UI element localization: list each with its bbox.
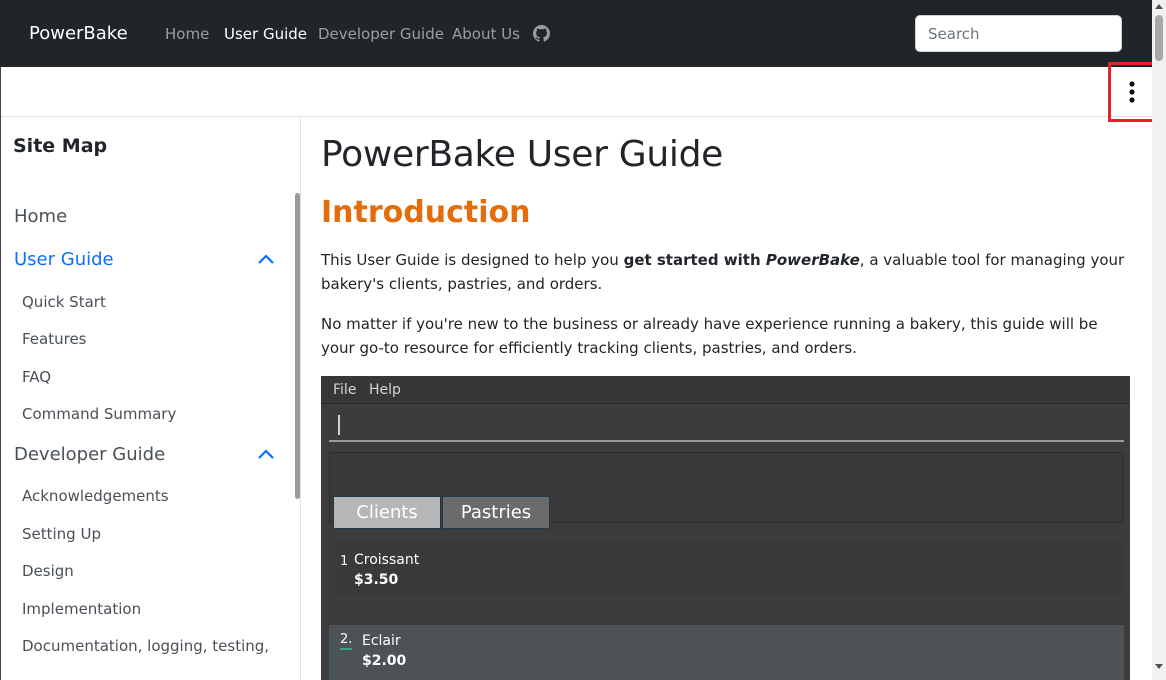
chevron-up-icon[interactable] — [257, 448, 275, 460]
sidebar-item-setting-up[interactable]: Setting Up — [22, 525, 101, 543]
sidebar-item-documentation[interactable]: Documentation, logging, testing, — [22, 637, 269, 655]
nav-link-user-guide[interactable]: User Guide — [224, 25, 307, 43]
scrollbar-thumb[interactable] — [1155, 15, 1163, 61]
sidebar-scrollbar[interactable] — [295, 193, 300, 499]
sidebar-item-developer-guide[interactable]: Developer Guide — [14, 444, 165, 465]
github-icon[interactable] — [533, 25, 550, 42]
sidebar-item-design[interactable]: Design — [22, 562, 74, 580]
nav-link-about-us[interactable]: About Us — [452, 25, 520, 43]
main-content: PowerBake User Guide Introduction This U… — [302, 117, 1152, 680]
list-item-name: Croissant — [354, 552, 420, 568]
list-item-price: $2.00 — [362, 653, 407, 669]
app-menu-help: Help — [369, 382, 401, 398]
sidebar-item-faq[interactable]: FAQ — [22, 368, 51, 386]
site-map-sidebar: Site Map Home User Guide Quick Start Fea… — [1, 117, 301, 680]
app-screenshot: File Help Clients Pastries 1 Croissant $… — [321, 376, 1130, 680]
scroll-up-arrow-icon[interactable] — [1155, 4, 1163, 9]
sidebar-item-user-guide[interactable]: User Guide — [14, 249, 114, 270]
kebab-menu-icon — [1128, 81, 1135, 103]
nav-link-home[interactable]: Home — [165, 25, 209, 43]
app-menu-file: File — [333, 382, 357, 398]
sidebar-item-acknowledgements[interactable]: Acknowledgements — [22, 487, 169, 505]
app-command-box — [329, 406, 1124, 442]
kebab-menu-button[interactable] — [1108, 62, 1155, 122]
list-item: 1 Croissant $3.50 — [329, 540, 1124, 596]
list-item: 2. Eclair $2.00 — [329, 625, 1124, 680]
list-item-index: 2. — [340, 632, 353, 650]
search-input[interactable] — [915, 15, 1122, 52]
sidebar-item-implementation[interactable]: Implementation — [22, 600, 141, 618]
text-caret — [338, 415, 340, 435]
sidebar-item-home[interactable]: Home — [14, 206, 67, 227]
chevron-up-icon[interactable] — [257, 253, 275, 265]
app-menubar: File Help — [321, 376, 1130, 404]
sidebar-item-quick-start[interactable]: Quick Start — [22, 293, 106, 311]
intro-paragraph-2: No matter if you're new to the business … — [321, 315, 1098, 357]
app-tab-pastries: Pastries — [442, 496, 550, 529]
list-item-price: $3.50 — [354, 572, 399, 588]
page-toolbar — [1, 67, 1152, 117]
list-item-index: 1 — [340, 554, 349, 569]
sidebar-item-features[interactable]: Features — [22, 330, 87, 348]
scroll-down-arrow-icon[interactable] — [1155, 664, 1163, 669]
page-scrollbar[interactable] — [1152, 0, 1166, 680]
app-pastry-list: 1 Croissant $3.50 2. Eclair $2.00 — [329, 537, 1124, 680]
nav-link-developer-guide[interactable]: Developer Guide — [318, 25, 444, 43]
top-navbar: PowerBake Home User Guide Developer Guid… — [0, 0, 1152, 67]
list-item-name: Eclair — [362, 633, 401, 649]
intro-paragraph-1: This User Guide is designed to help you … — [321, 251, 1125, 293]
section-heading-introduction: Introduction — [321, 195, 531, 230]
sidebar-item-command-summary[interactable]: Command Summary — [22, 405, 176, 423]
app-tab-clients: Clients — [333, 496, 441, 529]
page-title: PowerBake User Guide — [321, 134, 723, 175]
brand-link[interactable]: PowerBake — [29, 23, 128, 44]
site-map-title: Site Map — [13, 135, 108, 157]
